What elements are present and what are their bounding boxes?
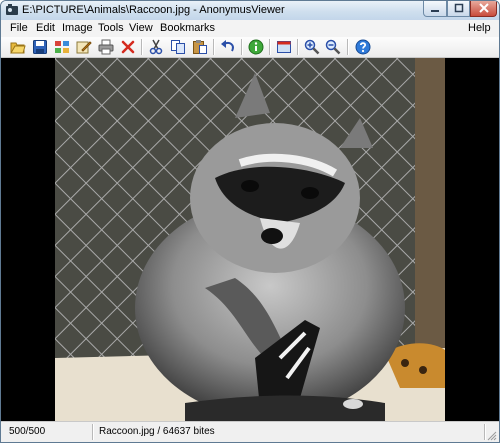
thumbnails-icon[interactable]	[54, 39, 70, 55]
toolbar	[1, 37, 499, 58]
status-bar: 500/500 Raccoon.jpg / 64637 bites	[1, 421, 499, 442]
title-bar[interactable]: E:\PICTURE\Animals\Raccoon.jpg - Anonymu…	[1, 1, 499, 20]
help-icon[interactable]	[355, 39, 371, 55]
toolbar-separator	[347, 39, 348, 55]
info-icon[interactable]	[248, 39, 264, 55]
status-image-index: 500/500	[9, 426, 46, 437]
toolbar-separator	[241, 39, 242, 55]
close-button[interactable]	[470, 1, 497, 17]
app-icon[interactable]	[5, 3, 19, 17]
toolbar-separator	[141, 39, 142, 55]
raccoon-photo	[55, 58, 445, 421]
menu-bookmarks[interactable]: Bookmarks	[160, 22, 215, 34]
full-screen-icon[interactable]	[276, 39, 292, 55]
status-file-info: Raccoon.jpg / 64637 bites	[99, 426, 215, 437]
undo-icon[interactable]	[220, 39, 236, 55]
maximize-button[interactable]	[447, 1, 470, 17]
window-title: E:\PICTURE\Animals\Raccoon.jpg - Anonymu…	[22, 4, 285, 16]
menu-edit[interactable]: Edit	[36, 22, 55, 34]
app-window: E:\PICTURE\Animals\Raccoon.jpg - Anonymu…	[0, 0, 500, 443]
status-separator	[484, 424, 485, 440]
edit-image-icon[interactable]	[76, 39, 92, 55]
close-icon	[478, 3, 489, 13]
image-viewport[interactable]	[1, 58, 499, 421]
menu-view[interactable]: View	[129, 22, 153, 34]
toolbar-separator	[297, 39, 298, 55]
minimize-icon	[431, 10, 439, 12]
print-icon[interactable]	[98, 39, 114, 55]
open-folder-icon[interactable]	[10, 39, 26, 55]
status-separator	[92, 424, 93, 440]
minimize-button[interactable]	[423, 1, 447, 17]
restore-icon	[454, 3, 463, 13]
zoom-out-icon[interactable]	[325, 39, 341, 55]
menu-file[interactable]: File	[10, 22, 28, 34]
paste-icon[interactable]	[192, 39, 208, 55]
save-icon[interactable]	[32, 39, 48, 55]
toolbar-separator	[269, 39, 270, 55]
toolbar-separator	[213, 39, 214, 55]
menu-bar: File Edit Image Tools View Bookmarks Hel…	[1, 20, 499, 38]
cut-icon[interactable]	[148, 39, 164, 55]
resize-grip-icon[interactable]	[487, 431, 497, 441]
menu-tools[interactable]: Tools	[98, 22, 124, 34]
menu-image[interactable]: Image	[62, 22, 93, 34]
delete-icon[interactable]	[120, 39, 136, 55]
menu-help[interactable]: Help	[468, 22, 491, 34]
zoom-in-icon[interactable]	[304, 39, 320, 55]
copy-icon[interactable]	[170, 39, 186, 55]
